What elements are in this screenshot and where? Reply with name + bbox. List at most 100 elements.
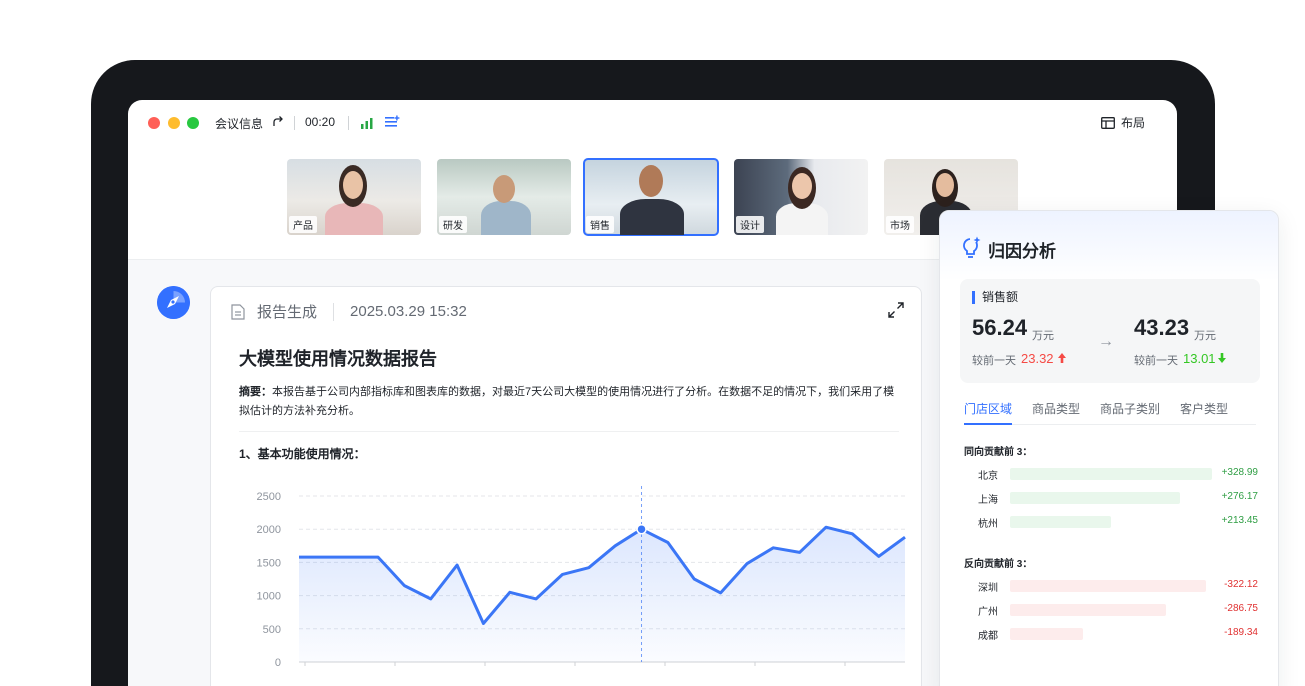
contribution-row: 广州 -286.75 bbox=[978, 603, 1258, 618]
row-label: 杭州 bbox=[978, 519, 998, 530]
participant-label: 产品 bbox=[289, 216, 317, 233]
report-title: 大模型使用情况数据报告 bbox=[239, 349, 437, 369]
after-unit: 万元 bbox=[1194, 330, 1216, 342]
contribution-bar bbox=[1010, 580, 1206, 592]
before-unit: 万元 bbox=[1032, 330, 1054, 342]
metric-summary-card: 销售额 56.24 万元 较前一天 23.32 → 43.23 万元 较前一天 … bbox=[960, 279, 1260, 383]
contribution-bar bbox=[1010, 516, 1111, 528]
title-bar: 会议信息 00:20 布局 bbox=[128, 100, 1177, 146]
row-label: 成都 bbox=[978, 631, 998, 642]
metric-name: 销售额 bbox=[972, 291, 1018, 304]
row-value: +328.99 bbox=[1221, 467, 1258, 478]
negative-group-title: 反向贡献前 3： bbox=[964, 559, 1033, 570]
before-compare-label: 较前一天 bbox=[972, 355, 1016, 367]
contribution-bar bbox=[1010, 468, 1212, 480]
report-summary: 摘要：本报告基于公司内部指标库和图表库的数据，对最近7天公司大模型的使用情况进行… bbox=[239, 383, 899, 421]
contribution-row: 深圳 -322.12 bbox=[978, 579, 1258, 594]
contribution-row: 成都 -189.34 bbox=[978, 627, 1258, 642]
after-value: 43.23 bbox=[1134, 315, 1190, 340]
tab-product-type[interactable]: 商品类型 bbox=[1032, 401, 1080, 425]
positive-group-title: 同向贡献前 3： bbox=[964, 447, 1033, 458]
assistant-compass-icon bbox=[157, 286, 190, 319]
row-label: 广州 bbox=[978, 607, 998, 618]
participant-figure bbox=[792, 173, 812, 199]
y-tick-label: 500 bbox=[263, 624, 281, 636]
summary-prefix: 摘要： bbox=[239, 386, 272, 398]
summary-text: 本报告基于公司内部指标库和图表库的数据，对最近7天公司大模型的使用情况进行了分析… bbox=[239, 386, 895, 417]
contribution-bar bbox=[1010, 628, 1083, 640]
maximize-window-button[interactable] bbox=[187, 117, 199, 129]
signal-strength-icon bbox=[361, 118, 373, 129]
y-tick-label: 1000 bbox=[257, 591, 281, 603]
report-card: 报告生成 2025.03.29 15:32 大模型使用情况数据报告 摘要：本报告… bbox=[210, 286, 922, 686]
participant-label: 研发 bbox=[439, 216, 467, 233]
panel-title: 归因分析 bbox=[988, 242, 1056, 261]
participant-tile[interactable]: 设计 bbox=[734, 159, 868, 235]
participant-label: 销售 bbox=[586, 216, 614, 233]
participant-tile[interactable]: 研发 bbox=[437, 159, 571, 235]
minimize-window-button[interactable] bbox=[168, 117, 180, 129]
before-value: 56.24 bbox=[972, 315, 1028, 340]
row-value: +213.45 bbox=[1221, 515, 1258, 526]
contribution-bar bbox=[1010, 604, 1166, 616]
contribution-row: 北京 +328.99 bbox=[978, 467, 1258, 482]
title-separator bbox=[348, 116, 349, 130]
tab-customer-type[interactable]: 客户类型 bbox=[1180, 401, 1228, 425]
y-tick-label: 2500 bbox=[257, 491, 281, 503]
y-tick-label: 1500 bbox=[257, 557, 281, 569]
after-delta: 13.01 bbox=[1183, 351, 1216, 366]
row-value: +276.17 bbox=[1221, 491, 1258, 502]
contribution-bar bbox=[1010, 492, 1180, 504]
contribution-row: 上海 +276.17 bbox=[978, 491, 1258, 506]
dimension-tabs: 门店区域 商品类型 商品子类别 客户类型 bbox=[964, 401, 1256, 425]
participant-figure bbox=[343, 171, 363, 199]
participant-figure bbox=[493, 175, 515, 203]
contribution-row: 杭州 +213.45 bbox=[978, 515, 1258, 530]
participant-figure bbox=[481, 201, 531, 235]
participant-tile-active[interactable]: 销售 bbox=[583, 158, 719, 236]
document-icon bbox=[231, 303, 245, 320]
participant-label: 设计 bbox=[736, 216, 764, 233]
layout-icon bbox=[1101, 116, 1115, 129]
participant-label: 市场 bbox=[886, 216, 914, 233]
layout-button[interactable]: 布局 bbox=[1101, 114, 1145, 131]
y-tick-label: 2000 bbox=[257, 524, 281, 536]
report-header: 报告生成 2025.03.29 15:32 bbox=[231, 301, 467, 322]
participant-figure bbox=[639, 165, 663, 197]
arrow-down-icon bbox=[1218, 353, 1226, 363]
y-tick-label: 0 bbox=[275, 657, 281, 669]
close-window-button[interactable] bbox=[148, 117, 160, 129]
row-value: -322.12 bbox=[1224, 579, 1258, 590]
tab-product-subcategory[interactable]: 商品子类别 bbox=[1100, 401, 1160, 425]
agenda-list-icon[interactable] bbox=[384, 115, 400, 129]
meeting-timer: 00:20 bbox=[305, 115, 336, 129]
series-area bbox=[299, 527, 905, 662]
participant-figure bbox=[936, 173, 954, 197]
row-label: 深圳 bbox=[978, 583, 998, 594]
participant-figure bbox=[620, 199, 684, 235]
report-header-label: 报告生成 bbox=[257, 304, 318, 321]
participant-figure bbox=[325, 203, 383, 235]
share-icon[interactable] bbox=[271, 115, 285, 129]
row-value: -189.34 bbox=[1224, 627, 1258, 638]
attribution-panel: 归因分析 销售额 56.24 万元 较前一天 23.32 → 43.23 万元 … bbox=[939, 210, 1279, 686]
header-separator bbox=[333, 302, 335, 321]
row-label: 北京 bbox=[978, 471, 998, 482]
meeting-info-label[interactable]: 会议信息 bbox=[215, 115, 263, 132]
arrow-right-icon: → bbox=[1098, 333, 1114, 350]
usage-line-chart: 0 500 1000 1500 2000 2500 bbox=[257, 486, 906, 669]
report-divider bbox=[239, 431, 899, 432]
participant-tile[interactable]: 产品 bbox=[287, 159, 421, 235]
report-timestamp: 2025.03.29 15:32 bbox=[350, 303, 467, 320]
arrow-up-icon bbox=[1058, 353, 1066, 363]
title-separator bbox=[294, 116, 295, 130]
row-value: -286.75 bbox=[1224, 603, 1258, 614]
lightbulb-icon bbox=[963, 236, 981, 258]
highlighted-point bbox=[636, 523, 647, 535]
layout-label: 布局 bbox=[1120, 116, 1145, 130]
after-compare-label: 较前一天 bbox=[1134, 355, 1178, 367]
section-title: 1、基本功能使用情况： bbox=[239, 447, 366, 461]
tab-store-region[interactable]: 门店区域 bbox=[964, 401, 1013, 425]
expand-icon[interactable] bbox=[887, 301, 905, 319]
before-delta: 23.32 bbox=[1021, 351, 1054, 366]
